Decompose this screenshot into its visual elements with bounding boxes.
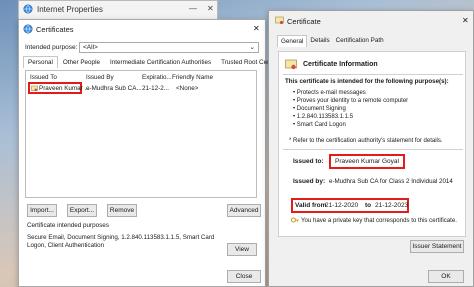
tab-general[interactable]: General [277, 35, 308, 47]
certificate-icon [31, 85, 38, 94]
purpose-text: Smart Card Logon [296, 122, 346, 128]
certificate-list[interactable]: Issued To Issued By Expiratio... Friendl… [25, 70, 257, 198]
valid-from-label: Valid from [295, 202, 327, 209]
window-title: Internet Properties [37, 5, 103, 14]
chevron-down-icon: ⌄ [249, 44, 255, 51]
info-title: Certificate Information [303, 61, 378, 68]
certificate-store-tabs: Personal Other People Intermediate Certi… [23, 56, 297, 68]
authority-note: * Refer to the certification authority's… [289, 138, 443, 144]
certificate-tabs: General Details Certification Path [277, 35, 387, 47]
divider [283, 74, 463, 75]
intended-purpose-label: Intended purpose: [25, 44, 78, 51]
cell-issued-by[interactable]: e-Mudhra Sub CA... [86, 85, 142, 92]
certificate-icon [275, 16, 284, 27]
column-friendly-name[interactable]: Friendly Name [172, 74, 213, 81]
valid-to-label: to [365, 202, 372, 209]
purposes-text: Secure Email, Document Signing, 1.2.840.… [27, 234, 215, 249]
key-icon [291, 216, 299, 226]
purpose-item: • Proves your identity to a remote compu… [293, 98, 409, 104]
close-icon[interactable]: ✕ [462, 16, 469, 25]
intended-purpose-value: <All> [83, 44, 98, 51]
column-expiration[interactable]: Expiratio... [142, 74, 172, 81]
purpose-item: • Document Signing [293, 106, 346, 112]
purposes-title: Certificate intended purposes [27, 222, 109, 229]
issued-to-label: Issued to: [293, 158, 324, 165]
globe-icon [23, 24, 33, 36]
valid-to-value: 21-12-2023 [375, 202, 409, 209]
issuer-statement-button[interactable]: Issuer Statement [410, 240, 464, 253]
export-button[interactable]: Export... [67, 204, 97, 217]
intended-purpose-select[interactable]: <All> ⌄ [79, 42, 259, 53]
cell-issued-to[interactable]: Praveen Kumar ... [39, 85, 90, 92]
close-icon[interactable]: ✕ [253, 24, 260, 33]
close-button[interactable]: Close [227, 270, 261, 283]
private-key-text: You have a private key that corresponds … [301, 217, 457, 224]
window-title: Certificate [287, 17, 321, 26]
advanced-button[interactable]: Advanced [227, 204, 261, 217]
purpose-item: • Smart Card Logon [293, 122, 346, 128]
divider [283, 149, 463, 150]
purpose-item: • 1.2.840.113583.1.1.5 [293, 114, 354, 120]
dialog-title: Certificates [36, 25, 74, 34]
intended-heading: This certificate is intended for the fol… [285, 78, 449, 85]
import-button[interactable]: Import... [27, 204, 57, 217]
globe-icon [23, 4, 33, 16]
cell-friendly-name[interactable]: <None> [176, 85, 198, 92]
certificate-info-panel: Certificate Information This certificate… [278, 51, 466, 237]
minimize-button[interactable]: — [189, 4, 197, 13]
issued-by-label: Issued by: [293, 178, 326, 185]
purpose-text: Document Signing [296, 106, 346, 112]
tab-personal[interactable]: Personal [23, 56, 58, 68]
column-issued-by[interactable]: Issued By [86, 74, 114, 81]
purpose-item: • Protects e-mail messages [293, 90, 366, 96]
column-issued-to[interactable]: Issued To [30, 74, 57, 81]
tab-certification-path[interactable]: Certification Path [333, 35, 387, 47]
view-button[interactable]: View [227, 243, 257, 256]
certificate-icon [285, 59, 297, 72]
purpose-text: 1.2.840.113583.1.1.5 [296, 114, 354, 120]
tab-other-people[interactable]: Other People [58, 56, 105, 68]
tab-intermediate-ca[interactable]: Intermediate Certification Authorities [105, 56, 216, 68]
certificate-window: Certificate ✕ General Details Certificat… [268, 10, 474, 287]
certificates-dialog: Certificates ✕ Intended purpose: <All> ⌄… [18, 19, 292, 287]
tab-details[interactable]: Details [307, 35, 332, 47]
cell-expiration[interactable]: 21-12-2... [142, 85, 169, 92]
remove-button[interactable]: Remove [107, 204, 137, 217]
ok-button[interactable]: OK [428, 270, 464, 283]
issued-by-value: e-Mudhra Sub CA for Class 2 Individual 2… [329, 178, 453, 185]
purpose-text: Proves your identity to a remote compute… [296, 98, 409, 104]
issued-to-value: Praveen Kumar Goyal [329, 154, 405, 169]
purpose-text: Protects e-mail messages [296, 90, 366, 96]
close-button[interactable]: ✕ [207, 4, 214, 13]
valid-from-value: 21-12-2020 [325, 202, 359, 209]
title-bar: Certificates ✕ [19, 20, 265, 38]
